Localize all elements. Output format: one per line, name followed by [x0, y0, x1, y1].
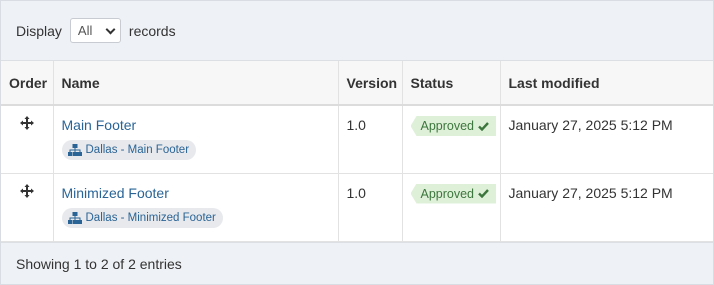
status-cell: Approved	[402, 105, 501, 174]
order-cell	[1, 105, 54, 174]
table-row: Main Footer Dallas - Main Footer 1.0 App…	[1, 105, 713, 174]
name-cell: Minimized Footer Dallas - Minimized Foot…	[53, 173, 339, 242]
chevron-down-icon	[105, 24, 116, 35]
version-cell: 1.0	[338, 173, 403, 242]
status-badge-label: Approved	[420, 119, 475, 133]
status-badge-label: Approved	[420, 186, 475, 201]
site-tag[interactable]: Dallas - Minimized Footer	[61, 207, 223, 228]
length-menu-suffix: records	[128, 22, 176, 39]
order-cell	[1, 173, 54, 242]
table-info-bar: Showing 1 to 2 of 2 entries	[1, 242, 713, 284]
table-header-row: Order Name Version Status Last modified	[1, 61, 713, 106]
column-header-name[interactable]: Name	[53, 61, 339, 106]
site-tag-label: Dallas - Minimized Footer	[85, 211, 216, 224]
column-header-status[interactable]: Status	[402, 61, 501, 106]
name-cell: Main Footer Dallas - Main Footer	[53, 105, 339, 174]
records-per-page-value: All	[77, 23, 93, 38]
last-modified-cell: January 27, 2025 5:12 PM	[500, 173, 713, 242]
footer-name-link[interactable]: Minimized Footer	[62, 185, 169, 201]
column-header-order[interactable]: Order	[1, 61, 54, 106]
sitemap-icon	[67, 144, 82, 156]
entries-table: Order Name Version Status Last modified …	[1, 61, 713, 242]
last-modified-cell: January 27, 2025 5:12 PM	[500, 105, 713, 174]
status-cell: Approved	[402, 173, 501, 242]
move-arrows-icon[interactable]	[19, 183, 34, 198]
column-header-version[interactable]: Version	[338, 61, 403, 106]
status-badge: Approved	[410, 183, 497, 204]
records-per-page-select[interactable]: All	[69, 18, 121, 43]
move-arrows-icon[interactable]	[19, 116, 34, 130]
table-row: Minimized Footer Dallas - Minimized Foot…	[1, 173, 713, 242]
status-badge: Approved	[410, 116, 497, 136]
check-icon	[478, 121, 489, 131]
version-cell: 1.0	[338, 105, 403, 174]
check-icon	[478, 189, 489, 198]
length-menu-prefix: Display	[16, 22, 62, 39]
length-menu: Display All records	[1, 1, 713, 61]
column-header-last-modified[interactable]: Last modified	[500, 61, 713, 106]
sitemap-icon	[67, 211, 82, 224]
site-tag-label: Dallas - Main Footer	[85, 144, 190, 156]
entries-panel: Display All records Order Name Version S…	[0, 0, 714, 285]
site-tag[interactable]: Dallas - Main Footer	[61, 140, 197, 160]
footer-name-link[interactable]: Main Footer	[62, 117, 137, 133]
table-info-text: Showing 1 to 2 of 2 entries	[16, 255, 182, 272]
